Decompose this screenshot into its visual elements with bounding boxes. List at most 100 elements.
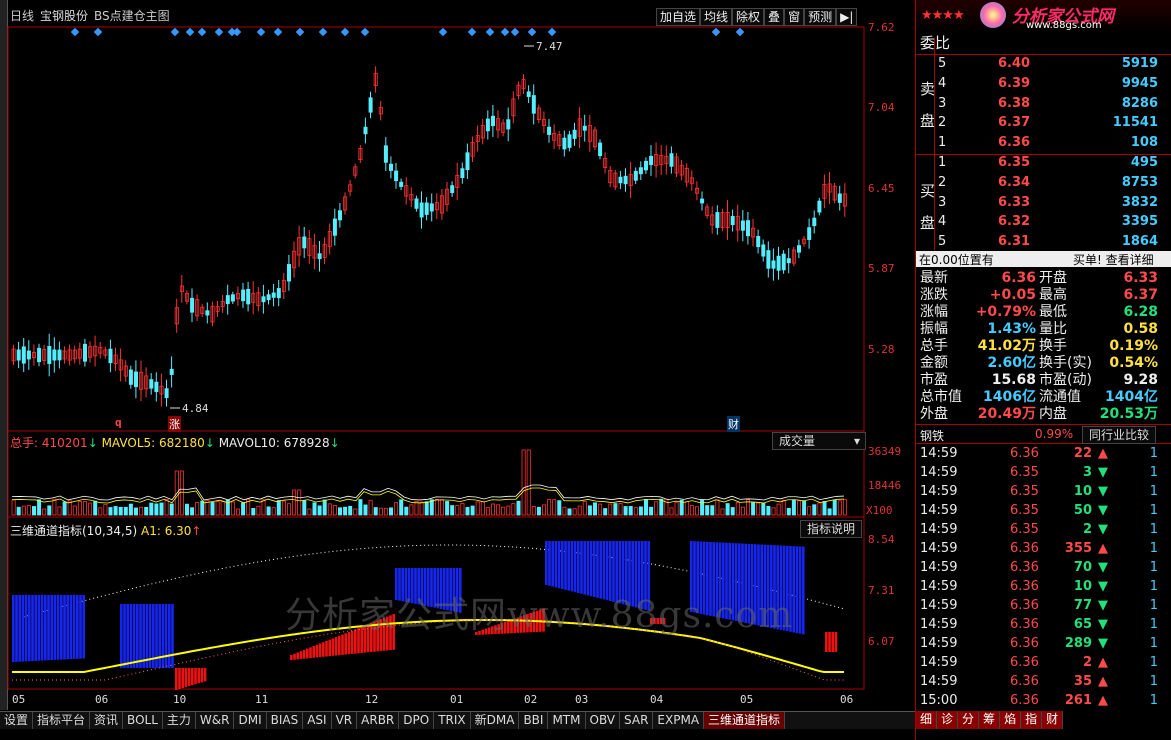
channel-bar-blue [79,595,82,659]
low-annotation: 4.84 [182,402,209,415]
tab-16[interactable]: OBV [586,712,621,729]
sell-level[interactable]: 1 6.36 108 [916,134,1171,152]
signal-diamond [93,27,103,37]
tick-row[interactable]: 14:59 6.36 65 ▼ 1 [916,616,1171,634]
volume-bar [695,506,700,516]
logo-area: ★★★★ 分析家公式网 www.88gs.com [916,0,1171,32]
buy-level[interactable]: 2 6.34 8753 [916,174,1171,192]
signal-diamond [360,27,370,37]
tab-15[interactable]: MTM [548,712,586,729]
channel-bar-blue [126,604,129,668]
candle-body [169,368,174,375]
right-tab-0[interactable]: 细 [916,711,938,729]
channel-bar-blue [21,595,25,662]
indicator-help-button[interactable]: 指标说明 [800,520,863,538]
date-tick: 06 [95,693,109,706]
candle-body [817,200,822,213]
candle-body [618,176,623,184]
tab-1[interactable]: 指标平台 [33,712,91,729]
candle-body [572,129,577,139]
detail-link[interactable]: 买单! 查看详细 [1073,251,1154,268]
volume-bar [439,499,444,516]
tab-14[interactable]: BBI [519,712,549,729]
volume-bar [628,506,633,516]
signal-diamond [711,27,721,37]
candle-body [16,349,21,361]
candle-body [644,160,649,171]
tick-row[interactable]: 14:59 6.35 50 ▼ 1 [916,502,1171,520]
tab-9[interactable]: VR [332,712,358,729]
signal-diamond [527,27,537,37]
volume-bar [139,506,144,516]
signal-diamond [467,27,477,37]
industry-compare-button[interactable]: 同行业比较 [1082,426,1157,444]
tab-11[interactable]: DPO [399,712,435,729]
sell-level[interactable]: 4 6.39 9945 [916,75,1171,93]
tick-row[interactable]: 14:59 6.35 3 ▼ 1 [916,464,1171,482]
right-tab-3[interactable]: 筹 [979,711,1001,729]
tick-row[interactable]: 14:59 6.36 22 ▲ 1 [916,445,1171,463]
tab-5[interactable]: W&R [196,712,235,729]
sell-level[interactable]: 2 6.37 11541 [916,114,1171,132]
tab-0[interactable]: 设置 [0,712,34,729]
tab-12[interactable]: TRIX [434,712,471,729]
volume-bar [220,501,225,516]
volume-unit: X100 [866,504,893,517]
tab-6[interactable]: DMI [234,712,267,729]
date-tick: 05 [740,693,754,706]
volume-bar [378,507,383,516]
tick-row[interactable]: 14:59 6.35 2 ▼ 1 [916,521,1171,539]
channel-bar-red [175,668,178,690]
tick-row[interactable]: 14:59 6.36 70 ▼ 1 [916,559,1171,577]
volume-dropdown[interactable]: 成交量 ▾ [772,432,866,450]
buy-level[interactable]: 5 6.31 1864 [916,233,1171,251]
right-tab-5[interactable]: 指 [1021,711,1043,729]
volume-bar [251,508,256,516]
tab-18[interactable]: EXPMA [653,712,705,729]
tab-3[interactable]: BOLL [123,712,163,729]
volume-bar [429,499,434,516]
buy-level[interactable]: 4 6.32 3395 [916,213,1171,231]
tick-row[interactable]: 14:59 6.36 77 ▼ 1 [916,597,1171,615]
right-tab-2[interactable]: 分 [958,711,980,729]
volume-bar [598,503,603,516]
signal-diamond [273,27,283,37]
tab-8[interactable]: ASI [303,712,332,729]
channel-bar-red [831,632,834,652]
tab-2[interactable]: 资讯 [90,712,124,729]
volume-bar [103,504,108,516]
volume-bar [776,503,781,516]
tab-4[interactable]: 主力 [163,712,196,729]
right-tab-4[interactable]: 焰 [1000,711,1022,729]
tick-row[interactable]: 14:59 6.36 2 ▲ 1 [916,654,1171,672]
tick-row[interactable]: 14:59 6.36 35 ▲ 1 [916,673,1171,691]
signal-diamond [735,27,745,37]
candle-body [450,185,455,193]
tick-row[interactable]: 14:59 6.36 10 ▼ 1 [916,578,1171,596]
tick-row[interactable]: 14:59 6.36 289 ▼ 1 [916,635,1171,653]
volume-tick: 36349 [868,445,902,458]
tab-19[interactable]: 三维通道指标 [704,712,786,729]
sell-level[interactable]: 5 6.40 5919 [916,55,1171,73]
up-arrow-icon: ▲ [1098,655,1108,670]
tick-row[interactable]: 14:59 6.36 355 ▲ 1 [916,540,1171,558]
indicator-tick: 8.54 [868,533,895,546]
channel-bar-red [200,668,204,683]
tab-17[interactable]: SAR [620,712,654,729]
tick-row[interactable]: 15:00 6.36 261 ▲ 1 [916,692,1171,710]
tab-13[interactable]: 新DMA [471,712,520,729]
right-tab-6[interactable]: 财 [1042,711,1064,729]
buy-level[interactable]: 1 6.35 495 [916,154,1171,172]
candle-body [700,198,705,204]
volume-bar [337,507,342,516]
candle-body [424,202,429,215]
tab-7[interactable]: BIAS [267,712,304,729]
volume-bar [740,506,745,516]
volume-bar [312,502,317,516]
tab-10[interactable]: ARBR [357,712,400,729]
right-tab-1[interactable]: 诊 [937,711,959,729]
candle-body [490,115,495,127]
buy-level[interactable]: 3 6.33 3832 [916,194,1171,212]
tick-row[interactable]: 14:59 6.35 10 ▼ 1 [916,483,1171,501]
sell-level[interactable]: 3 6.38 8286 [916,95,1171,113]
